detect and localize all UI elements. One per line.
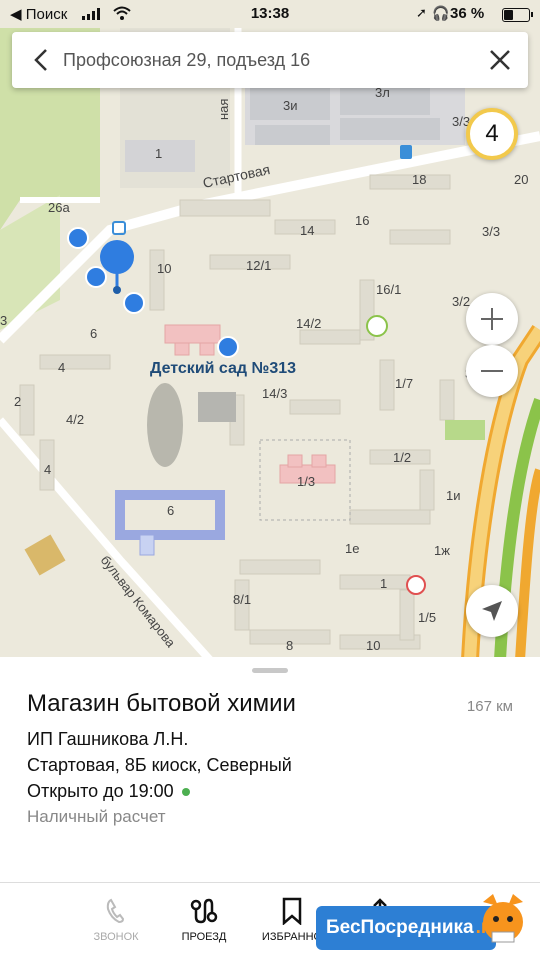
hours-text: Открыто до 19:00	[27, 781, 174, 801]
svg-text:8/1: 8/1	[233, 592, 251, 607]
svg-text:1/5: 1/5	[418, 610, 436, 625]
minus-icon	[481, 370, 503, 372]
place-payment: Наличный расчет	[27, 807, 166, 826]
svg-text:3и: 3и	[283, 98, 298, 113]
zoom-in-button[interactable]	[466, 293, 518, 345]
plus-icon	[481, 308, 503, 330]
svg-text:14/2: 14/2	[296, 316, 321, 331]
svg-text:4: 4	[58, 360, 65, 375]
place-title: Магазин бытовой химии	[27, 690, 296, 717]
open-status-dot	[181, 788, 190, 797]
search-query[interactable]: Профсоюзная 29, подъезд 16	[63, 50, 310, 71]
back-arrow-icon[interactable]	[26, 44, 58, 76]
status-bar: ◀ Поиск 13:38 ➚ 🎧 36 %	[0, 0, 540, 28]
call-button[interactable]: ЗВОНОК	[76, 897, 156, 943]
battery-percent: 36 %	[450, 5, 485, 22]
route-button[interactable]: ПРОЕЗД	[164, 897, 244, 943]
svg-text:14: 14	[300, 223, 314, 238]
zoom-out-button[interactable]	[466, 345, 518, 397]
svg-text:1/2: 1/2	[393, 450, 411, 465]
svg-text:1/7: 1/7	[395, 376, 413, 391]
kindergarten-label[interactable]: Детский сад №313	[150, 360, 296, 378]
svg-text:16: 16	[355, 213, 369, 228]
drag-handle[interactable]	[252, 668, 288, 673]
place-address: Стартовая, 8Б киоск, Северный	[27, 755, 292, 775]
place-distance: 167 км	[466, 698, 513, 715]
call-label: ЗВОНОК	[93, 931, 139, 943]
traffic-level-value: 4	[485, 120, 499, 147]
map-canvas: Стартовая бульвар Комарова ная 1 3и 3л 3…	[0, 0, 540, 660]
bookmark-icon	[282, 897, 302, 925]
svg-text:1ж: 1ж	[434, 543, 450, 558]
headphones-icon: 🎧	[432, 5, 450, 21]
svg-text:12/1: 12/1	[246, 258, 271, 273]
svg-text:1и: 1и	[446, 488, 461, 503]
svg-text:1е: 1е	[345, 541, 359, 556]
svg-text:ная: ная	[216, 99, 231, 120]
watermark-mascot-icon	[483, 894, 523, 943]
watermark-logo: БесПосредника.ru	[316, 906, 500, 950]
navigation-arrow-icon	[482, 601, 502, 621]
search-bar[interactable]: Профсоюзная 29, подъезд 16	[12, 32, 528, 88]
svg-text:2: 2	[14, 394, 21, 409]
close-icon[interactable]	[484, 44, 516, 76]
svg-text:6: 6	[90, 326, 97, 341]
svg-text:3/2: 3/2	[452, 294, 470, 309]
battery-icon	[502, 8, 533, 22]
route-icon	[190, 898, 218, 924]
svg-text:4/2: 4/2	[66, 412, 84, 427]
svg-text:10: 10	[366, 638, 380, 653]
my-location-button[interactable]	[466, 585, 518, 637]
svg-text:3/3: 3/3	[482, 224, 500, 239]
place-hours: Открыто до 19:00	[27, 781, 190, 802]
svg-text:1: 1	[155, 146, 162, 161]
watermark-text: БесПосредника	[326, 917, 474, 938]
place-owner: ИП Гашникова Л.Н.	[27, 729, 189, 749]
phone-icon	[106, 898, 125, 924]
svg-text:3: 3	[0, 313, 7, 328]
place-card[interactable]: Магазин бытовой химии 167 км ИП Гашников…	[0, 657, 540, 882]
map-view[interactable]: Стартовая бульвар Комарова ная 1 3и 3л 3…	[0, 0, 540, 660]
traffic-level-button[interactable]: 4	[466, 108, 518, 160]
svg-text:18: 18	[412, 172, 426, 187]
svg-text:1/3: 1/3	[297, 474, 315, 489]
svg-text:4: 4	[44, 462, 51, 477]
favorites-label: ИЗБРАННО	[261, 931, 323, 943]
route-label: ПРОЕЗД	[181, 931, 227, 943]
svg-text:8: 8	[286, 638, 293, 653]
svg-text:20: 20	[514, 172, 528, 187]
svg-text:16/1: 16/1	[376, 282, 401, 297]
svg-text:14/3: 14/3	[262, 386, 287, 401]
svg-text:6: 6	[167, 503, 174, 518]
svg-text:1: 1	[380, 576, 387, 591]
location-arrow-icon: ➚	[416, 5, 427, 20]
svg-text:26а: 26а	[48, 200, 70, 215]
svg-text:10: 10	[157, 261, 171, 276]
